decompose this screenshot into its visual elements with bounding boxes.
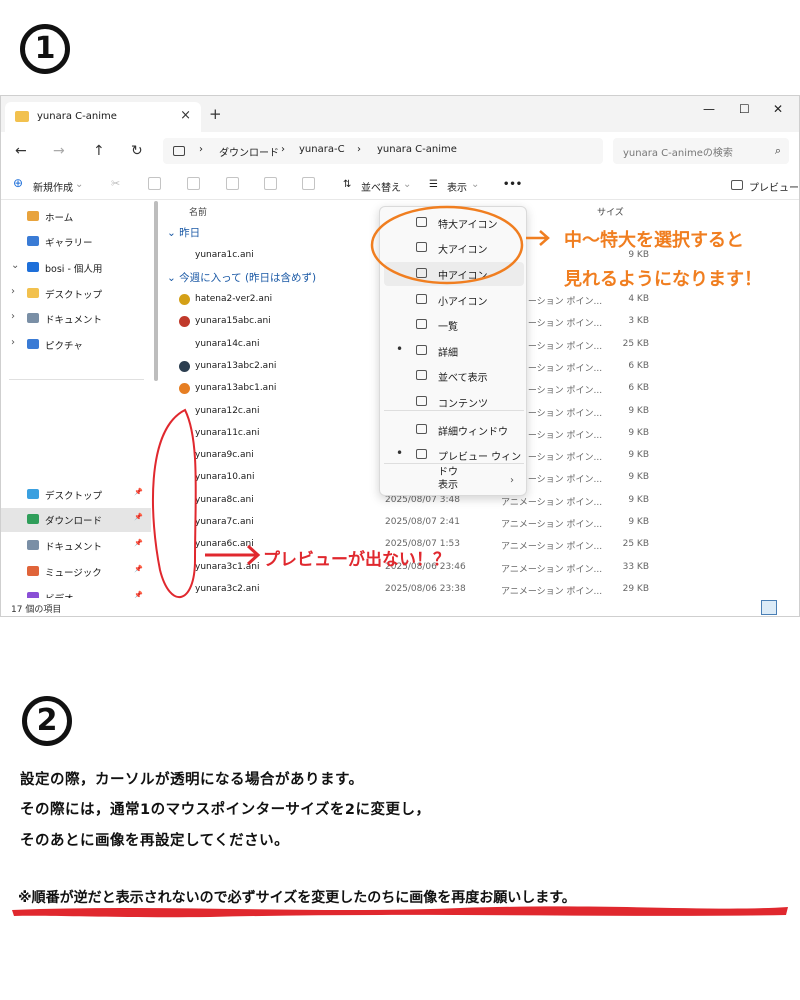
- orange-annotation-line1: 中～特大を選択すると: [564, 230, 744, 251]
- warning-note: ※順番が逆だと表示されないので必ずサイズを変更したのちに画像を再度お願いします。: [18, 890, 576, 906]
- note-line-1: 設定の際，カーソルが透明になる場合があります。: [20, 772, 364, 788]
- orange-circle: [370, 205, 524, 285]
- note-line-2: その際には，通常1のマウスポインターサイズを2に変更し，: [20, 802, 431, 818]
- orange-annotation-line2: 見れるようになります！: [564, 269, 762, 290]
- annotation-layer: [152, 205, 550, 599]
- step-number-2: 2: [22, 696, 72, 746]
- red-arrow: [205, 544, 261, 566]
- red-circle: [152, 408, 197, 599]
- note-line-3: そのあとに画像を再設定してください。: [20, 833, 290, 849]
- orange-arrow: [526, 230, 550, 246]
- red-annotation: プレビューが出ない！？: [263, 550, 450, 570]
